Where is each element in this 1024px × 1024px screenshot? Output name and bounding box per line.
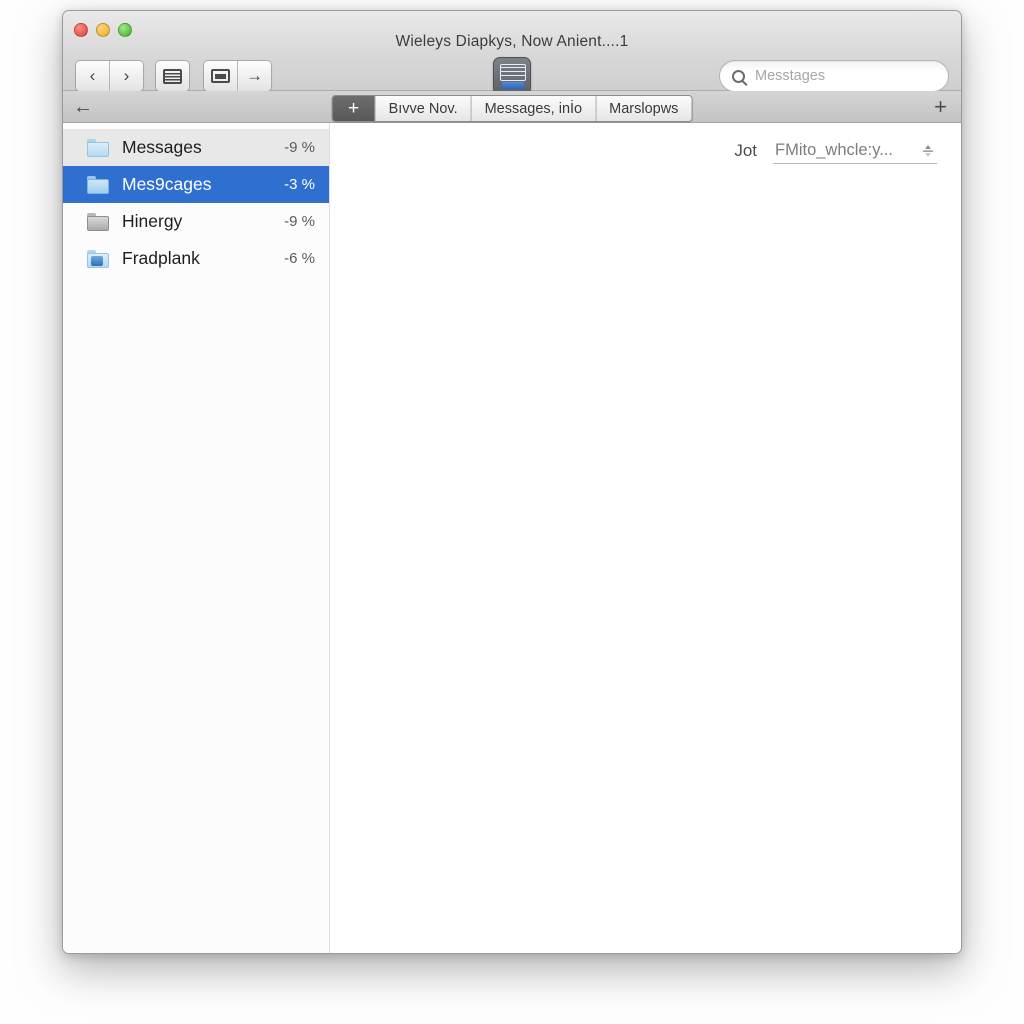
sidebar-item-percent: -9 % [284,213,315,230]
titlebar: Wieleys Diapkys, Now Anient....1 ‹ › → M… [63,11,961,95]
search-input[interactable]: Messtages [755,68,825,84]
sidebar-item-percent: -6 % [284,250,315,267]
jot-label: Jot [734,141,757,160]
search-field[interactable]: Messtages [719,60,949,92]
jot-row: Jot FMito_whcle:y... [734,141,937,164]
sidebar-item-label: Mes9cages [122,174,212,194]
tab-bar: ← + Bıvve Nov. Messages, inİo Marslopws … [63,91,961,123]
sidebar-item-label: Fradplank [122,248,200,268]
sidebar-item-messages[interactable]: Messages -9 % [63,129,329,166]
sidebar-item-hinergy[interactable]: Hinergy -9 % [63,203,329,240]
sidebar-item-mes9cages[interactable]: Mes9cages -3 % [63,166,329,203]
tabbar-back-icon[interactable]: ← [73,91,93,122]
folder-icon [87,138,109,157]
forward-button[interactable]: › [109,61,143,91]
presentation-icon[interactable] [493,57,531,95]
sidebar-item-percent: -3 % [284,176,315,193]
sidebar-item-percent: -9 % [284,139,315,156]
presentation-doc-glyph [500,64,526,81]
jot-value: FMito_whcle:y... [775,141,893,159]
content-pane: Jot FMito_whcle:y... [330,123,961,953]
window-title: Wieleys Diapkys, Now Anient....1 [395,33,629,50]
add-item-button[interactable]: + [934,91,947,122]
snapshot-icon [156,61,189,91]
tab-marslopws[interactable]: Marslopws [595,96,692,121]
share-icon[interactable]: → [237,61,271,91]
presentation-bar-glyph [502,82,524,89]
tab-cluster: + Bıvve Nov. Messages, inİo Marslopws [331,95,693,122]
back-button[interactable]: ‹ [76,61,109,91]
search-icon [732,69,745,83]
caption-icon[interactable] [204,61,237,91]
screen: Wieleys Diapkys, Now Anient....1 ‹ › → M… [0,0,1024,1024]
sidebar-item-label: Hinergy [122,211,183,231]
navigation-buttons: ‹ › [75,60,144,92]
app-window: Wieleys Diapkys, Now Anient....1 ‹ › → M… [62,10,962,954]
view-buttons: → [203,60,272,92]
folder-gray-icon [87,212,109,231]
sidebar: Messages -9 % Mes9cages -3 % Hinergy -9 … [63,123,330,953]
tab-messages-info[interactable]: Messages, inİo [470,96,596,121]
jot-dropdown[interactable]: FMito_whcle:y... [773,141,937,164]
tab-bvve-nov[interactable]: Bıvve Nov. [374,96,471,121]
stepper-icon[interactable] [921,142,935,160]
add-tab-button[interactable]: + [332,96,375,121]
sidebar-item-fradplank[interactable]: Fradplank -6 % [63,240,329,277]
snapshot-button[interactable] [155,60,190,92]
window-body: Messages -9 % Mes9cages -3 % Hinergy -9 … [63,123,961,953]
sidebar-item-label: Messages [122,137,202,157]
folder-icon [87,175,109,194]
folder-badge-icon [87,249,109,268]
